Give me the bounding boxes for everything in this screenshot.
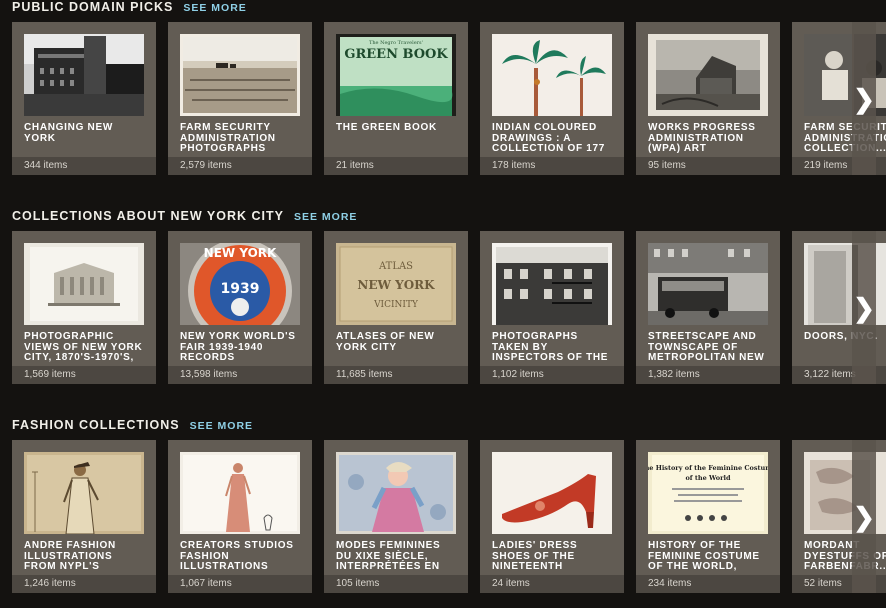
green-book-subtitle-text: The Negro Travelers' (369, 40, 423, 46)
card-title: NEW YORK WORLD'S FAIR 1939-1940 RECORDS (180, 332, 296, 363)
street-photo-thumbnail[interactable] (648, 243, 768, 325)
collection-card[interactable]: ANDRÉ FASHION ILLUSTRATIONS FROM NYPL'S … (12, 440, 156, 593)
card-row: ANDRÉ FASHION ILLUSTRATIONS FROM NYPL'S … (12, 440, 886, 593)
card-title: INDIAN COLOURED DRAWINGS : A COLLECTION … (492, 123, 606, 154)
next-arrow-button[interactable]: ❯ (852, 22, 876, 175)
item-count: 344 items (12, 157, 156, 175)
collection-card[interactable]: NEW YORK 1939 NEW YORK WORLD'S FAIR 1939-… (168, 231, 312, 384)
card-row: CHANGING NEW YORK 344 items FARM SECURIT… (12, 22, 886, 175)
red-shoe-thumbnail[interactable] (492, 452, 612, 534)
section-title: PUBLIC DOMAIN PICKS (12, 0, 174, 14)
green-book-thumbnail[interactable]: The Negro Travelers' GREEN BOOK (336, 34, 456, 116)
section-title: COLLECTIONS ABOUT NEW YORK CITY (12, 209, 284, 223)
collection-card[interactable]: The History of the Feminine Costume of th… (636, 440, 780, 593)
costume-title-line-1: The History of the Feminine Costume (648, 464, 768, 472)
collection-card[interactable]: CREATORS STUDIOS FASHION ILLUSTRATIONS 1… (168, 440, 312, 593)
collection-card[interactable]: WORKS PROGRESS ADMINISTRATION (WPA) ART … (636, 22, 780, 175)
item-count: 11,685 items (324, 366, 468, 384)
item-count: 1,569 items (12, 366, 156, 384)
item-count: 13,598 items (168, 366, 312, 384)
building-photo-thumbnail[interactable] (24, 34, 144, 116)
item-count: 1,102 items (480, 366, 624, 384)
item-count: 1,382 items (636, 366, 780, 384)
collection-card[interactable]: PHOTOGRAPHS TAKEN BY INSPECTORS OF THE 1… (480, 231, 624, 384)
see-more-link[interactable]: SEE MORE (294, 211, 357, 223)
building-drawing-thumbnail[interactable] (24, 243, 144, 325)
card-row: PHOTOGRAPHIC VIEWS OF NEW YORK CITY, 187… (12, 231, 886, 384)
card-title: STREETSCAPE AND TOWNSCAPE OF METROPOLITA… (648, 332, 765, 363)
card-title: ATLASES OF NEW YORK CITY (336, 332, 435, 353)
atlas-line-2: NEW YORK (357, 278, 435, 292)
section-title: FASHION COLLECTIONS (12, 418, 180, 432)
card-title: CREATORS STUDIOS FASHION ILLUSTRATIONS (180, 541, 294, 572)
card-title: CHANGING NEW YORK (24, 123, 113, 144)
item-count: 24 items (480, 575, 624, 593)
fashion-sketch-thumbnail[interactable] (24, 452, 144, 534)
collection-card[interactable]: INDIAN COLOURED DRAWINGS : A COLLECTION … (480, 22, 624, 175)
item-count: 105 items (324, 575, 468, 593)
card-title: FARM SECURITY ADMINISTRATION PHOTOGRAPHS (180, 123, 276, 154)
collection-card[interactable]: PHOTOGRAPHIC VIEWS OF NEW YORK CITY, 187… (12, 231, 156, 384)
fair-button-year-text: 1939 (221, 281, 260, 297)
costume-title-line-2: of the World (685, 474, 731, 482)
atlas-line-3: VICINITY (373, 300, 419, 310)
section-header: FASHION COLLECTIONS SEE MORE (12, 418, 253, 434)
collection-card[interactable]: ATLAS NEW YORK VICINITY ATLASES OF NEW YOR… (324, 231, 468, 384)
item-count: 95 items (636, 157, 780, 175)
dress-sketch-thumbnail[interactable] (180, 452, 300, 534)
section-header: COLLECTIONS ABOUT NEW YORK CITY SEE MORE (12, 209, 357, 225)
item-count: 178 items (480, 157, 624, 175)
card-title: ANDRÉ FASHION ILLUSTRATIONS FROM NYPL'S (24, 541, 116, 572)
item-count: 234 items (636, 575, 780, 593)
item-count: 2,579 items (168, 157, 312, 175)
fair-button-ny-text: NEW YORK (204, 246, 277, 260)
see-more-link[interactable]: SEE MORE (190, 420, 253, 432)
field-photo-thumbnail[interactable] (180, 34, 300, 116)
collection-card[interactable]: MODES FÉMININES DU XIXE SIÈCLE, INTERPRÉ… (324, 440, 468, 593)
card-title: PHOTOGRAPHIC VIEWS OF NEW YORK CITY, 187… (24, 332, 143, 363)
collection-card[interactable]: LADIES' DRESS SHOES OF THE NINETEENTH CE… (480, 440, 624, 593)
item-count: 1,246 items (12, 575, 156, 593)
item-count: 21 items (324, 157, 468, 175)
card-title: THE GREEN BOOK (336, 123, 437, 133)
fashion-plate-thumbnail[interactable] (336, 452, 456, 534)
fair-button-thumbnail[interactable]: NEW YORK 1939 (180, 243, 300, 325)
collection-card[interactable]: FARM SECURITY ADMINISTRATION PHOTOGRAPHS… (168, 22, 312, 175)
palm-trees-thumbnail[interactable] (492, 34, 612, 116)
next-arrow-button[interactable]: ❯ (852, 231, 876, 384)
tenement-photo-thumbnail[interactable] (492, 243, 612, 325)
card-title: PHOTOGRAPHS TAKEN BY INSPECTORS OF THE (492, 332, 609, 363)
next-arrow-button[interactable]: ❯ (852, 440, 876, 593)
card-title: LADIES' DRESS SHOES OF THE NINETEENTH CE… (492, 541, 578, 573)
card-title: MODES FÉMININES DU XIXE SIÈCLE, INTERPRÉ… (336, 541, 441, 572)
house-print-thumbnail[interactable] (648, 34, 768, 116)
section-header: PUBLIC DOMAIN PICKS SEE MORE (12, 0, 247, 16)
chevron-right-icon: ❯ (853, 83, 875, 114)
green-book-title-text: GREEN BOOK (344, 47, 448, 62)
chevron-right-icon: ❯ (853, 501, 875, 532)
item-count: 1,067 items (168, 575, 312, 593)
card-title: WORKS PROGRESS ADMINISTRATION (WPA) ART (648, 123, 756, 154)
atlas-line-1: ATLAS (378, 261, 413, 272)
card-title: HISTORY OF THE FEMININE COSTUME OF THE W… (648, 541, 760, 572)
collection-card[interactable]: The Negro Travelers' GREEN BOOK THE GREEN… (324, 22, 468, 175)
atlas-cover-thumbnail[interactable]: ATLAS NEW YORK VICINITY (336, 243, 456, 325)
collection-card[interactable]: CHANGING NEW YORK 344 items (12, 22, 156, 175)
chevron-right-icon: ❯ (853, 292, 875, 323)
see-more-link[interactable]: SEE MORE (183, 2, 246, 14)
collection-card[interactable]: STREETSCAPE AND TOWNSCAPE OF METROPOLITA… (636, 231, 780, 384)
costume-title-page-thumbnail[interactable]: The History of the Feminine Costume of th… (648, 452, 768, 534)
